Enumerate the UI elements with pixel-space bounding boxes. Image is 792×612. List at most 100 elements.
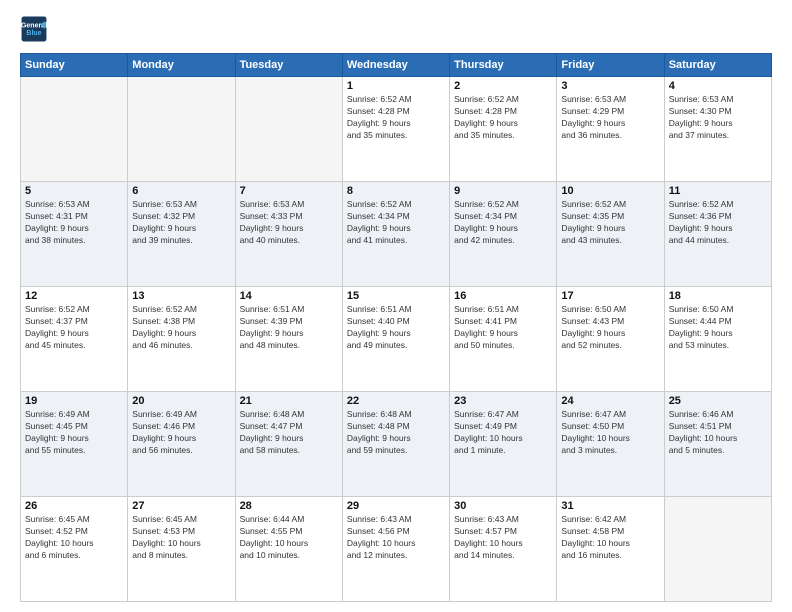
day-number: 21 (240, 395, 338, 407)
calendar-table: SundayMondayTuesdayWednesdayThursdayFrid… (20, 53, 772, 602)
day-cell-17: 17Sunrise: 6:50 AM Sunset: 4:43 PM Dayli… (557, 287, 664, 392)
day-info: Sunrise: 6:47 AM Sunset: 4:49 PM Dayligh… (454, 409, 552, 457)
day-number: 23 (454, 395, 552, 407)
day-number: 20 (132, 395, 230, 407)
day-cell-16: 16Sunrise: 6:51 AM Sunset: 4:41 PM Dayli… (450, 287, 557, 392)
day-cell-24: 24 Sunrise: 6:47 AM Sunset: 4:50 PM Dayli… (557, 392, 664, 497)
day-number: 7 (240, 185, 338, 197)
day-cell-31: 31 Sunrise: 6:42 AM Sunset: 4:58 PM Dayli… (557, 497, 664, 602)
day-info: Sunrise: 6:51 AM Sunset: 4:39 PM Dayligh… (240, 304, 338, 352)
day-number: 18 (669, 290, 767, 302)
logo-icon: General Blue (20, 15, 48, 43)
day-number: 30 (454, 500, 552, 512)
svg-text:Blue: Blue (26, 30, 41, 37)
day-number: 4 (669, 80, 767, 92)
day-number: 29 (347, 500, 445, 512)
day-number: 12 (25, 290, 123, 302)
day-cell-4: 4 Sunrise: 6:53 AM Sunset: 4:30 PM Daylig… (664, 77, 771, 182)
day-number: 17 (561, 290, 659, 302)
day-cell-19: 19 Sunrise: 6:49 AM Sunset: 4:45 PM Dayli… (21, 392, 128, 497)
day-info: Sunrise: 6:53 AM Sunset: 4:29 PM Dayligh… (561, 94, 659, 142)
day-info: Sunrise: 6:45 AM Sunset: 4:53 PM Dayligh… (132, 514, 230, 562)
day-number: 15 (347, 290, 445, 302)
day-number: 28 (240, 500, 338, 512)
day-info: Sunrise: 6:53 AM Sunset: 4:32 PM Dayligh… (132, 199, 230, 247)
week-row-5: 26 Sunrise: 6:45 AM Sunset: 4:52 PM Dayli… (21, 497, 772, 602)
day-info: Sunrise: 6:52 AM Sunset: 4:37 PM Dayligh… (25, 304, 123, 352)
day-info: Sunrise: 6:47 AM Sunset: 4:50 PM Dayligh… (561, 409, 659, 457)
weekday-header-monday: Monday (128, 54, 235, 77)
day-info: Sunrise: 6:43 AM Sunset: 4:56 PM Dayligh… (347, 514, 445, 562)
week-row-2: 5Sunrise: 6:53 AM Sunset: 4:31 PM Daylig… (21, 182, 772, 287)
day-info: Sunrise: 6:43 AM Sunset: 4:57 PM Dayligh… (454, 514, 552, 562)
day-cell-15: 15 Sunrise: 6:51 AM Sunset: 4:40 PM Dayli… (342, 287, 449, 392)
day-info: Sunrise: 6:42 AM Sunset: 4:58 PM Dayligh… (561, 514, 659, 562)
day-number: 1 (347, 80, 445, 92)
day-cell-23: 23 Sunrise: 6:47 AM Sunset: 4:49 PM Dayli… (450, 392, 557, 497)
day-info: Sunrise: 6:48 AM Sunset: 4:48 PM Dayligh… (347, 409, 445, 457)
day-info: Sunrise: 6:51 AM Sunset: 4:41 PM Dayligh… (454, 304, 552, 352)
day-cell-21: 21 Sunrise: 6:48 AM Sunset: 4:47 PM Dayli… (235, 392, 342, 497)
day-number: 14 (240, 290, 338, 302)
day-number: 8 (347, 185, 445, 197)
day-info: Sunrise: 6:52 AM Sunset: 4:34 PM Dayligh… (454, 199, 552, 247)
weekday-header-row: SundayMondayTuesdayWednesdayThursdayFrid… (21, 54, 772, 77)
day-cell-10: 10 Sunrise: 6:52 AM Sunset: 4:35 PM Dayli… (557, 182, 664, 287)
day-info: Sunrise: 6:52 AM Sunset: 4:36 PM Dayligh… (669, 199, 767, 247)
day-info: Sunrise: 6:52 AM Sunset: 4:28 PM Dayligh… (454, 94, 552, 142)
day-cell-5: 5Sunrise: 6:53 AM Sunset: 4:31 PM Daylig… (21, 182, 128, 287)
day-info: Sunrise: 6:49 AM Sunset: 4:46 PM Dayligh… (132, 409, 230, 457)
day-number: 26 (25, 500, 123, 512)
empty-cell (128, 77, 235, 182)
day-number: 19 (25, 395, 123, 407)
day-cell-14: 14 Sunrise: 6:51 AM Sunset: 4:39 PM Dayli… (235, 287, 342, 392)
day-cell-3: 3 Sunrise: 6:53 AM Sunset: 4:29 PM Daylig… (557, 77, 664, 182)
header: General Blue (20, 15, 772, 43)
day-cell-29: 29 Sunrise: 6:43 AM Sunset: 4:56 PM Dayli… (342, 497, 449, 602)
day-info: Sunrise: 6:52 AM Sunset: 4:35 PM Dayligh… (561, 199, 659, 247)
day-cell-8: 8 Sunrise: 6:52 AM Sunset: 4:34 PM Daylig… (342, 182, 449, 287)
day-info: Sunrise: 6:48 AM Sunset: 4:47 PM Dayligh… (240, 409, 338, 457)
weekday-header-wednesday: Wednesday (342, 54, 449, 77)
day-cell-2: 2 Sunrise: 6:52 AM Sunset: 4:28 PM Daylig… (450, 77, 557, 182)
day-number: 25 (669, 395, 767, 407)
day-info: Sunrise: 6:50 AM Sunset: 4:44 PM Dayligh… (669, 304, 767, 352)
day-number: 31 (561, 500, 659, 512)
weekday-header-tuesday: Tuesday (235, 54, 342, 77)
day-cell-27: 27 Sunrise: 6:45 AM Sunset: 4:53 PM Dayli… (128, 497, 235, 602)
day-cell-7: 7 Sunrise: 6:53 AM Sunset: 4:33 PM Daylig… (235, 182, 342, 287)
day-number: 27 (132, 500, 230, 512)
day-number: 2 (454, 80, 552, 92)
weekday-header-saturday: Saturday (664, 54, 771, 77)
day-info: Sunrise: 6:53 AM Sunset: 4:31 PM Dayligh… (25, 199, 123, 247)
week-row-4: 19 Sunrise: 6:49 AM Sunset: 4:45 PM Dayli… (21, 392, 772, 497)
day-cell-25: 25Sunrise: 6:46 AM Sunset: 4:51 PM Dayli… (664, 392, 771, 497)
day-cell-1: 1 Sunrise: 6:52 AM Sunset: 4:28 PM Daylig… (342, 77, 449, 182)
day-cell-28: 28 Sunrise: 6:44 AM Sunset: 4:55 PM Dayli… (235, 497, 342, 602)
day-number: 10 (561, 185, 659, 197)
page: General Blue SundayMondayTuesdayWednesda… (0, 0, 792, 612)
day-cell-11: 11 Sunrise: 6:52 AM Sunset: 4:36 PM Dayli… (664, 182, 771, 287)
day-cell-26: 26 Sunrise: 6:45 AM Sunset: 4:52 PM Dayli… (21, 497, 128, 602)
day-cell-12: 12 Sunrise: 6:52 AM Sunset: 4:37 PM Dayli… (21, 287, 128, 392)
day-number: 13 (132, 290, 230, 302)
week-row-3: 12 Sunrise: 6:52 AM Sunset: 4:37 PM Dayli… (21, 287, 772, 392)
empty-cell (664, 497, 771, 602)
day-cell-13: 13Sunrise: 6:52 AM Sunset: 4:38 PM Dayli… (128, 287, 235, 392)
day-info: Sunrise: 6:51 AM Sunset: 4:40 PM Dayligh… (347, 304, 445, 352)
day-number: 11 (669, 185, 767, 197)
empty-cell (235, 77, 342, 182)
day-info: Sunrise: 6:53 AM Sunset: 4:30 PM Dayligh… (669, 94, 767, 142)
day-info: Sunrise: 6:53 AM Sunset: 4:33 PM Dayligh… (240, 199, 338, 247)
day-number: 24 (561, 395, 659, 407)
day-number: 22 (347, 395, 445, 407)
day-info: Sunrise: 6:52 AM Sunset: 4:34 PM Dayligh… (347, 199, 445, 247)
day-cell-18: 18 Sunrise: 6:50 AM Sunset: 4:44 PM Dayli… (664, 287, 771, 392)
day-info: Sunrise: 6:49 AM Sunset: 4:45 PM Dayligh… (25, 409, 123, 457)
day-info: Sunrise: 6:52 AM Sunset: 4:28 PM Dayligh… (347, 94, 445, 142)
day-info: Sunrise: 6:45 AM Sunset: 4:52 PM Dayligh… (25, 514, 123, 562)
day-info: Sunrise: 6:44 AM Sunset: 4:55 PM Dayligh… (240, 514, 338, 562)
weekday-header-sunday: Sunday (21, 54, 128, 77)
day-number: 3 (561, 80, 659, 92)
day-cell-22: 22 Sunrise: 6:48 AM Sunset: 4:48 PM Dayli… (342, 392, 449, 497)
